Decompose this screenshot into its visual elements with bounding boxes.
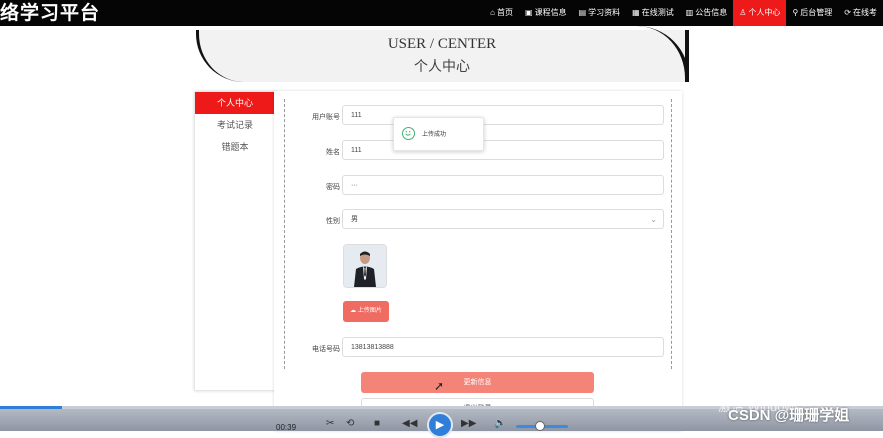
nav-item-label: 公告信息 (695, 8, 728, 17)
nav-item-5[interactable]: ♙ 个人中心 (733, 0, 787, 26)
phone-input[interactable]: 13813813888 (342, 337, 664, 357)
link-icon: ⚲ (792, 8, 799, 17)
name-label: 姓名 (326, 149, 340, 156)
stop-icon[interactable]: ■ (374, 418, 380, 429)
notice-icon: ▥ (685, 8, 694, 17)
rewind-icon[interactable]: ◀◀ (402, 418, 417, 429)
gender-select[interactable]: 男 ⌄ (342, 209, 664, 229)
nav-item-label: 在线测试 (641, 8, 674, 17)
name-input[interactable]: 111 (342, 140, 664, 160)
password-label: 密码 (326, 184, 340, 191)
page-hero: USER / CENTER 个人中心 (196, 26, 689, 82)
sidebar-item-exam-records[interactable]: 考试记录 (195, 114, 275, 136)
csdn-watermark: CSDN @珊珊学姐 (728, 407, 850, 424)
main-nav: ⌂ 首页 ▣ 课程信息 ▤ 学习资料 ▦ 在线测试 ▥ 公告信息 ♙ 个人中心 ⚲ 后台管理 ⟳ 在线考 (484, 0, 883, 26)
upload-image-button[interactable]: ☁ 上传图片 (343, 301, 389, 322)
nav-item-4[interactable]: ▥ 公告信息 (680, 0, 734, 26)
nav-item-3[interactable]: ▦ 在线测试 (626, 0, 680, 26)
phone-label: 电话号码 (312, 346, 340, 353)
loop-icon[interactable]: ⟲ (346, 418, 354, 429)
nav-item-7[interactable]: ⟳ 在线考 (838, 0, 883, 26)
nav-item-1[interactable]: ▣ 课程信息 (519, 0, 573, 26)
mouse-cursor-icon: ➚ (434, 379, 445, 393)
site-brand[interactable]: 络学习平台 (0, 0, 100, 25)
password-input[interactable]: ··· (342, 175, 664, 195)
page-subtitle: 个人中心 (414, 59, 470, 75)
smile-success-icon (402, 127, 415, 140)
success-toast: 上传成功 (393, 117, 484, 151)
nav-item-6[interactable]: ⚲ 后台管理 (786, 0, 838, 26)
avatar-photo (344, 245, 386, 287)
gender-value: 男 (351, 216, 358, 223)
user-sidebar: 个人中心 考试记录 错题本 (194, 91, 276, 391)
nav-item-label: 课程信息 (534, 8, 567, 17)
refresh-icon: ⟳ (844, 8, 851, 17)
sidebar-item-mistake-book[interactable]: 错题本 (195, 136, 275, 158)
nav-item-0[interactable]: ⌂ 首页 (484, 0, 519, 26)
video-progress-fill (0, 406, 62, 409)
gender-label: 性别 (326, 218, 340, 225)
avatar (343, 244, 387, 288)
user-icon: ♙ (739, 8, 747, 17)
account-label: 用户账号 (312, 114, 340, 121)
account-input[interactable]: 111 (342, 105, 664, 125)
home-icon: ⌂ (490, 8, 496, 17)
chevron-down-icon: ⌄ (650, 215, 657, 224)
exam-icon: ▦ (632, 8, 640, 17)
nav-item-2[interactable]: ▤ 学习资料 (573, 0, 627, 26)
top-navbar: 络学习平台 ⌂ 首页 ▣ 课程信息 ▤ 学习资料 ▦ 在线测试 ▥ 公告信息 ♙ 个人中心 ⚲ 后台管理 ⟳… (0, 0, 883, 26)
update-info-button[interactable]: 更新信息 (361, 372, 594, 393)
nav-item-label: 学习资料 (588, 8, 621, 17)
volume-icon[interactable]: 🔈 (494, 418, 506, 429)
doc-icon: ▤ (578, 8, 587, 17)
book-icon: ▣ (525, 8, 533, 17)
nav-item-label: 首页 (497, 8, 514, 17)
upload-button-label: 上传图片 (357, 308, 382, 314)
play-button[interactable]: ▶ (427, 412, 453, 438)
divider-left (284, 99, 285, 369)
toast-message: 上传成功 (422, 132, 447, 138)
cloud-upload-icon: ☁ (350, 308, 357, 314)
divider-right (671, 99, 672, 369)
settings-icon[interactable]: ✂ (326, 418, 334, 429)
nav-item-label: 后台管理 (800, 8, 833, 17)
page-title: USER / CENTER (387, 36, 497, 52)
fast-forward-icon[interactable]: ▶▶ (461, 418, 476, 429)
sidebar-item-user-center[interactable]: 个人中心 (195, 92, 275, 114)
nav-item-label: 在线考 (853, 8, 877, 17)
nav-item-label: 个人中心 (748, 8, 781, 17)
